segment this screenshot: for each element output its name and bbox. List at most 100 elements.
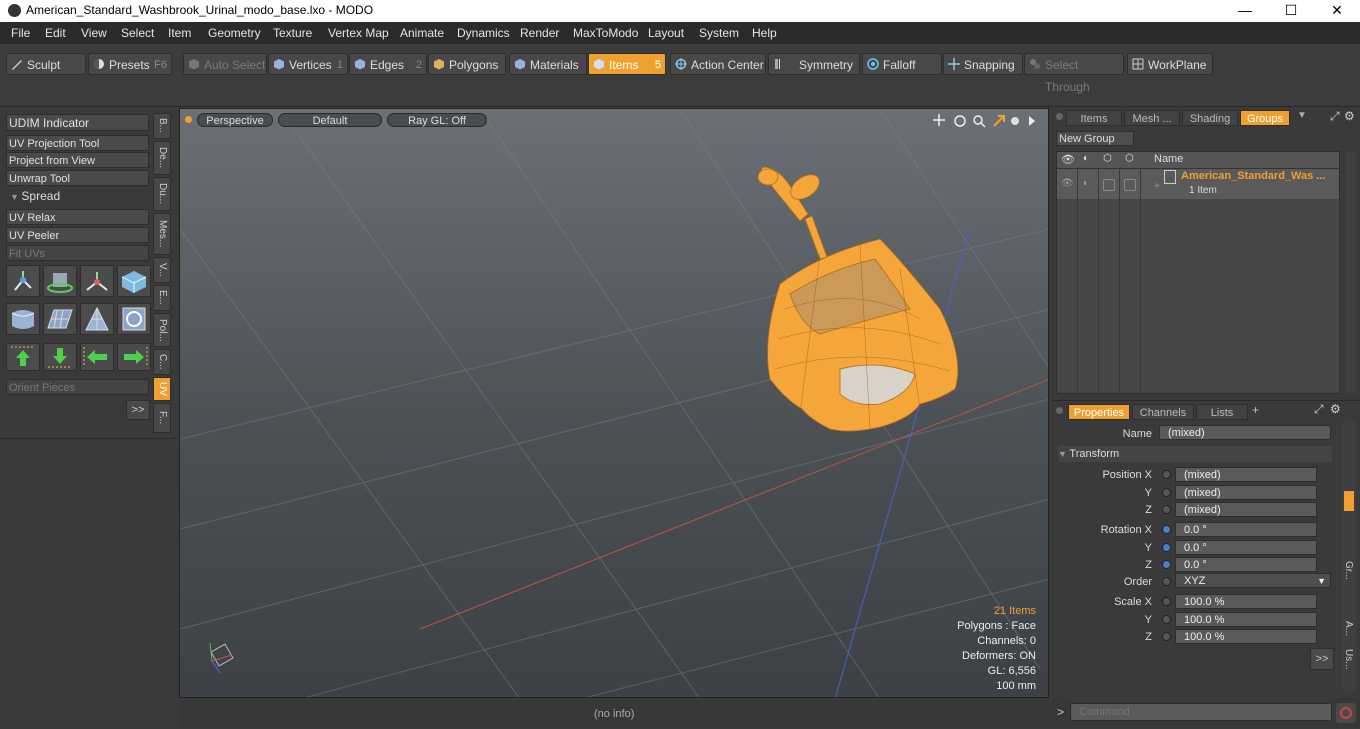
scale-z-field[interactable]: 100.0 % — [1175, 629, 1317, 644]
uv-projection-tool-button[interactable]: UV Projection Tool — [6, 135, 149, 151]
workplane-button[interactable]: WorkPlane — [1127, 53, 1213, 75]
scale-y-key-icon[interactable] — [1162, 615, 1171, 624]
vtab-b[interactable]: B... — [153, 113, 171, 139]
vtab-de[interactable]: De... — [153, 141, 171, 175]
auto-select-button[interactable]: Auto Select — [183, 53, 267, 75]
spread-section[interactable]: ▼ Spread — [6, 189, 153, 205]
menu-geometry[interactable]: Geometry — [208, 26, 261, 40]
rotation-y-key-icon[interactable] — [1162, 543, 1171, 552]
uv-move-right-button[interactable] — [117, 343, 151, 371]
position-x-key-icon[interactable] — [1162, 470, 1171, 479]
maximize-button[interactable]: ☐ — [1268, 0, 1314, 22]
uv-planar-tool-button[interactable] — [43, 303, 77, 335]
sculpt-button[interactable]: Sculpt — [6, 53, 86, 75]
vtab-pol[interactable]: Pol... — [153, 313, 171, 347]
unwrap-tool-button[interactable]: Unwrap Tool — [6, 170, 149, 186]
presets-button[interactable]: Presets F6 — [88, 53, 172, 75]
tab-items[interactable]: Items — [1066, 110, 1122, 126]
order-select[interactable]: XYZ ▼ — [1175, 573, 1331, 588]
action-center-button[interactable]: Action Center — [670, 53, 766, 75]
menu-system[interactable]: System — [699, 26, 739, 40]
side-tab-gr[interactable]: Gr... — [1343, 561, 1354, 580]
command-input[interactable] — [1070, 703, 1332, 721]
row-select-toggle[interactable] — [1124, 179, 1136, 191]
uv-box-tool-button[interactable] — [117, 265, 151, 297]
rotation-x-key-icon[interactable] — [1162, 525, 1171, 534]
uv-cylinder-tool-button[interactable] — [6, 303, 40, 335]
position-z-key-icon[interactable] — [1162, 505, 1171, 514]
properties-more-button[interactable]: >> — [1310, 648, 1334, 670]
menu-item[interactable]: Item — [168, 26, 191, 40]
uv-move-down-button[interactable] — [43, 343, 77, 371]
tab-properties[interactable]: Properties — [1068, 404, 1130, 420]
vtab-du[interactable]: Du... — [153, 177, 171, 211]
scale-x-field[interactable]: 100.0 % — [1175, 594, 1317, 609]
uv-peeler-button[interactable]: UV Peeler — [6, 227, 149, 243]
menu-vertex-map[interactable]: Vertex Map — [328, 26, 389, 40]
vtab-c[interactable]: C... — [153, 349, 171, 375]
order-key-icon[interactable] — [1162, 577, 1171, 586]
vertices-button[interactable]: Vertices 1 — [268, 53, 348, 75]
position-y-key-icon[interactable] — [1162, 488, 1171, 497]
tab-channels[interactable]: Channels — [1132, 404, 1194, 420]
rotation-z-field[interactable]: 0.0 ° — [1175, 557, 1317, 572]
project-from-view-button[interactable]: Project from View — [6, 152, 149, 168]
more-tools-button[interactable]: >> — [126, 400, 150, 420]
tab-mesh[interactable]: Mesh ... — [1124, 110, 1180, 126]
side-tab-a[interactable]: A... — [1343, 621, 1354, 636]
vtab-uv[interactable]: UV — [153, 377, 171, 401]
row-render-toggle[interactable] — [1103, 179, 1115, 191]
menu-dynamics[interactable]: Dynamics — [457, 26, 510, 40]
uv-relax-button[interactable]: UV Relax — [6, 209, 149, 225]
snapping-button[interactable]: Snapping — [943, 53, 1023, 75]
fit-uvs-button[interactable]: Fit UVs — [6, 245, 149, 261]
add-tab-button[interactable]: + — [1252, 403, 1259, 417]
row-eye-icon[interactable]: 👁 — [1061, 178, 1074, 189]
scale-x-key-icon[interactable] — [1162, 597, 1171, 606]
rotation-z-key-icon[interactable] — [1162, 560, 1171, 569]
groups-scrollbar[interactable] — [1346, 151, 1356, 394]
menu-help[interactable]: Help — [752, 26, 777, 40]
close-button[interactable]: ✕ — [1314, 0, 1360, 22]
tab-lists[interactable]: Lists — [1196, 404, 1248, 420]
viewport-options-icon[interactable] — [185, 116, 192, 123]
uv-perspective-tool-button[interactable] — [80, 303, 114, 335]
orient-pieces-button[interactable]: Orient Pieces — [6, 379, 149, 395]
items-button[interactable]: Items 5 — [588, 53, 666, 75]
row-expand-icon[interactable]: + — [1154, 181, 1160, 192]
properties-options-icon[interactable] — [1056, 407, 1063, 414]
symmetry-button[interactable]: Symmetry — [768, 53, 860, 75]
uv-move-tool-button[interactable] — [80, 265, 114, 297]
properties-gear-icon[interactable]: ⚙ — [1330, 402, 1341, 416]
vtab-mes[interactable]: Mes... — [153, 213, 171, 255]
uv-atlas-tool-button[interactable] — [117, 303, 151, 335]
uv-transform-tool-button[interactable] — [6, 265, 40, 297]
transform-section[interactable]: ▼ Transform — [1058, 446, 1332, 462]
new-group-button[interactable]: New Group — [1056, 131, 1134, 146]
polygons-button[interactable]: Polygons — [428, 53, 506, 75]
ray-gl-button[interactable]: Ray GL: Off — [387, 113, 487, 127]
menu-view[interactable]: View — [81, 26, 107, 40]
position-z-field[interactable]: (mixed) — [1175, 502, 1317, 517]
uv-move-left-button[interactable] — [80, 343, 114, 371]
scale-y-field[interactable]: 100.0 % — [1175, 612, 1317, 627]
vtab-f[interactable]: F... — [153, 403, 171, 433]
expand-icon[interactable]: ⤢ — [1330, 109, 1340, 124]
edges-button[interactable]: Edges 2 — [349, 53, 427, 75]
menu-render[interactable]: Render — [520, 26, 559, 40]
menu-layout[interactable]: Layout — [648, 26, 684, 40]
falloff-button[interactable]: Falloff — [862, 53, 942, 75]
position-x-field[interactable]: (mixed) — [1175, 467, 1317, 482]
side-tab-us[interactable]: Us... — [1343, 649, 1354, 670]
panel-options-icon[interactable] — [1056, 113, 1063, 120]
menu-edit[interactable]: Edit — [45, 26, 66, 40]
minimize-button[interactable]: — — [1222, 0, 1268, 22]
select-through-button[interactable]: Select Through — [1024, 53, 1124, 94]
menu-maxtomodo[interactable]: MaxToModo — [573, 26, 638, 40]
rotation-y-field[interactable]: 0.0 ° — [1175, 540, 1317, 555]
menu-file[interactable]: File — [11, 26, 30, 40]
default-shading-button[interactable]: Default — [278, 113, 382, 127]
side-active-marker[interactable] — [1344, 491, 1354, 511]
settings-gear-icon[interactable]: ⚙ — [1344, 109, 1355, 123]
rotation-x-field[interactable]: 0.0 ° — [1175, 522, 1317, 537]
